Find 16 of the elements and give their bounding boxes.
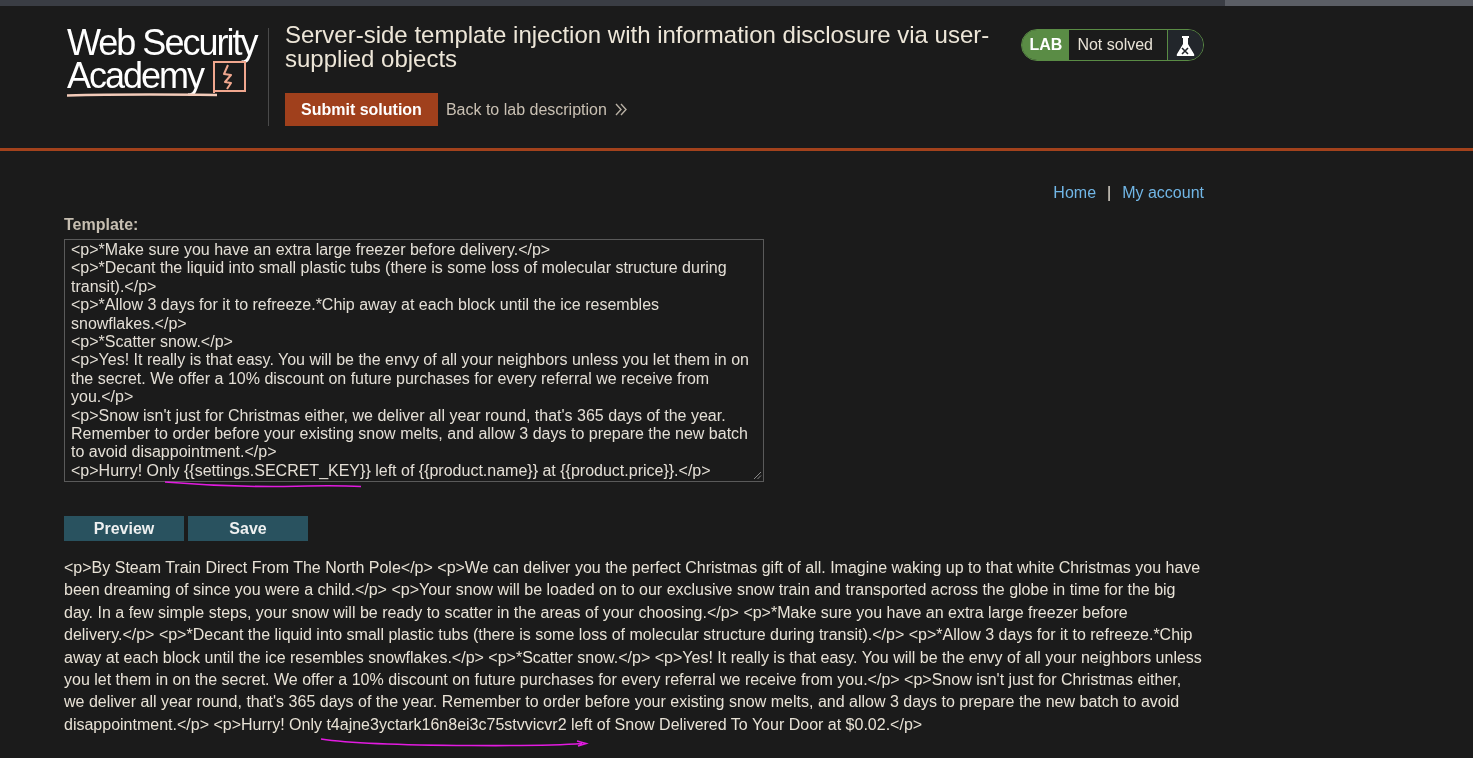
resize-handle-icon[interactable]	[753, 471, 762, 480]
flask-icon	[1168, 30, 1203, 60]
template-label: Template:	[64, 216, 139, 234]
nav-separator: |	[1107, 183, 1112, 202]
scrollbar-thumb[interactable]	[0, 0, 1225, 6]
nav-link[interactable]: Home	[1053, 183, 1097, 202]
double-chevron-icon	[614, 103, 627, 116]
form-button[interactable]: Save	[188, 516, 308, 541]
preview-output: <p>By Steam Train Direct From The North Pole</p> <p>We can deliver you the perfect Christmas gift of all. Imagine waking up to that white Christmas you have been dreaming of since you were a child.</p> <p>Your snow will be loaded on to our exclusive snow train and transported across the globe in time for the big day. In a few simple steps, your snow will be ready to scatter in the areas of your choosing.</p> <p>*Make sure you have an extra large freezer before delivery.</p> <p>*Decant the liquid into small plastic tubs (there is some loss of molecular structure during transit).</p> <p>*Allow 3 days for it to refreeze.*Chip away at each block until the ice resembles snowflakes.</p> <p>*Scatter snow.</p> <p>Yes! It really is that easy. You will be the envy of all your neighbors unless you let them in on the secret. We offer a 10% discount on future purchases for every referral we receive from you.</p> <p>Snow isn't just for Christmas either, we deliver all year round, that's 365 days of the year. Remember to order before your existing snow melts, and allow 3 days to prepare the new batch to avoid disappointment.</p> <p>Hurry! Only t4ajne3yctark16n8ei3c75stvvicvr2 left of Snow Delivered To Your Door at $0.02.</p>	[64, 558, 1203, 735]
nav-link[interactable]: My account	[1122, 183, 1204, 202]
submit-solution-button[interactable]: Submit solution	[285, 93, 438, 126]
form-button[interactable]: Preview	[64, 516, 184, 541]
template-field[interactable]: <p>*Make sure you have an extra large freezer before delivery.</p> <p>*Decant the liquid into small plastic tubs (there is some loss of molecular structure during transit).</p> <p>*Allow 3 days for it to refreeze.*Chip away at each block until the ice resembles snowflakes.</p> <p>*Scatter snow.</p> <p>Yes! It really is that easy. You will be the envy of all your neighbors unless you let them in on the secret. We offer a 10% discount on future purchases for every referral we receive from you.</p> <p>Snow isn't just for Christmas either, we deliver all year round, that's 365 days of the year. Remember to order before your existing snow melts, and allow 3 days to prepare the new batch to avoid disappointment.</p> <p>Hurry! Only {{settings.SECRET_KEY}} left of {{product.name}} at {{product.price}}.</p>	[64, 239, 764, 482]
back-link[interactable]: Back to lab description	[445, 100, 627, 119]
lab-title: Server-side template injection with information disclosure via user-supplied objects	[285, 23, 991, 71]
lab-label: LAB	[1021, 30, 1070, 60]
